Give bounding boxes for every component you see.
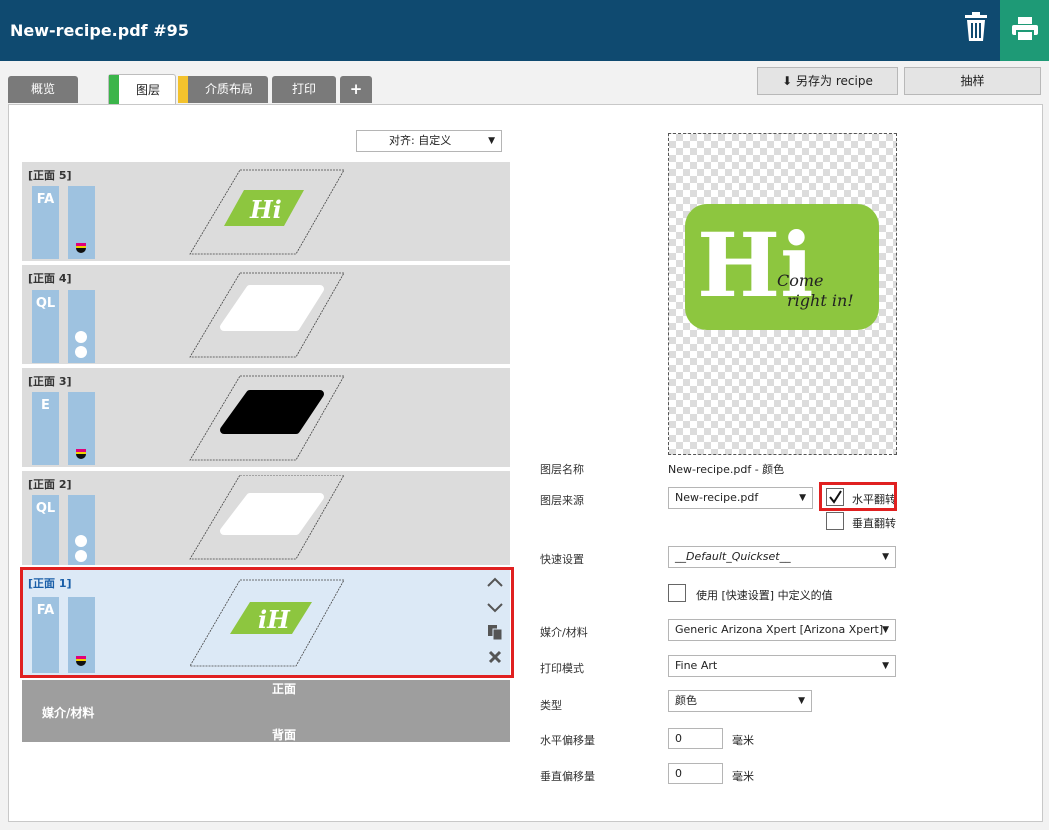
layer-name-value: New-recipe.pdf - 颜色	[668, 463, 785, 476]
use-quickset-checkbox[interactable]	[668, 584, 686, 602]
layer-row-front-2[interactable]: [正面 2] QL	[22, 471, 510, 567]
dropdown-arrow-icon: ▼	[882, 552, 889, 562]
selected-layer-highlight	[20, 567, 514, 678]
cmyk-ink-icon	[76, 243, 86, 253]
white-ink-icon	[75, 331, 87, 358]
align-select[interactable]: 对齐: 自定义 ▼	[356, 130, 502, 152]
layer-preview-large: Hi Come right in!	[668, 133, 897, 455]
dropdown-arrow-icon: ▼	[488, 136, 495, 146]
dropdown-arrow-icon: ▼	[882, 661, 889, 671]
download-icon: ⬇	[782, 74, 793, 88]
add-tab-button[interactable]: +	[340, 76, 372, 103]
plus-icon: +	[349, 80, 363, 98]
tab-overview[interactable]: 概览	[8, 76, 78, 103]
logo-script-line1: Come	[777, 271, 824, 290]
quickset-select[interactable]: __Default_Quickset__ ▼	[668, 546, 896, 568]
media-select[interactable]: Generic Arizona Xpert [Arizona Xpert] ▼	[668, 619, 896, 641]
logo-preview: Hi Come right in!	[685, 204, 879, 330]
tab-media-layout[interactable]: 介质布局	[178, 76, 268, 103]
flip-horizontal-highlight	[819, 482, 897, 511]
dropdown-arrow-icon: ▼	[882, 625, 889, 635]
print-button[interactable]	[1000, 0, 1049, 61]
layer-source-select[interactable]: New-recipe.pdf ▼	[668, 487, 813, 509]
layer-preview	[189, 272, 345, 358]
layer-preview: Hi	[189, 169, 345, 255]
trash-icon[interactable]	[963, 12, 989, 42]
flip-vertical-checkbox[interactable]	[826, 512, 844, 530]
window-title: New-recipe.pdf #95	[10, 21, 189, 40]
layer-row-front-3[interactable]: [正面 3] E	[22, 368, 510, 469]
print-mode-select[interactable]: Fine Art ▼	[668, 655, 896, 677]
vertical-offset-input[interactable]: 0	[668, 763, 723, 784]
layer-preview-text: Hi	[249, 195, 282, 224]
dropdown-arrow-icon: ▼	[799, 493, 806, 503]
layer-preview	[189, 375, 345, 461]
media-bar: 正面 媒介/材料 背面	[22, 680, 510, 742]
title-bar: New-recipe.pdf #95	[0, 0, 1049, 61]
sample-button[interactable]: 抽样	[904, 67, 1041, 95]
dropdown-arrow-icon: ▼	[798, 696, 805, 706]
printer-icon	[1012, 17, 1038, 41]
logo-script-line2: right in!	[787, 291, 854, 310]
type-select[interactable]: 颜色 ▼	[668, 690, 812, 712]
horizontal-offset-input[interactable]: 0	[668, 728, 723, 749]
tab-layers[interactable]: 图层	[108, 74, 176, 105]
tab-print[interactable]: 打印	[272, 76, 336, 103]
layer-preview	[189, 475, 345, 560]
layer-row-front-5[interactable]: [正面 5] FA Hi	[22, 162, 510, 263]
layer-row-front-4[interactable]: [正面 4] QL	[22, 265, 510, 366]
white-ink-icon	[75, 535, 87, 562]
save-as-recipe-button[interactable]: ⬇ 另存为 recipe	[757, 67, 898, 95]
cmyk-ink-icon	[76, 449, 86, 459]
